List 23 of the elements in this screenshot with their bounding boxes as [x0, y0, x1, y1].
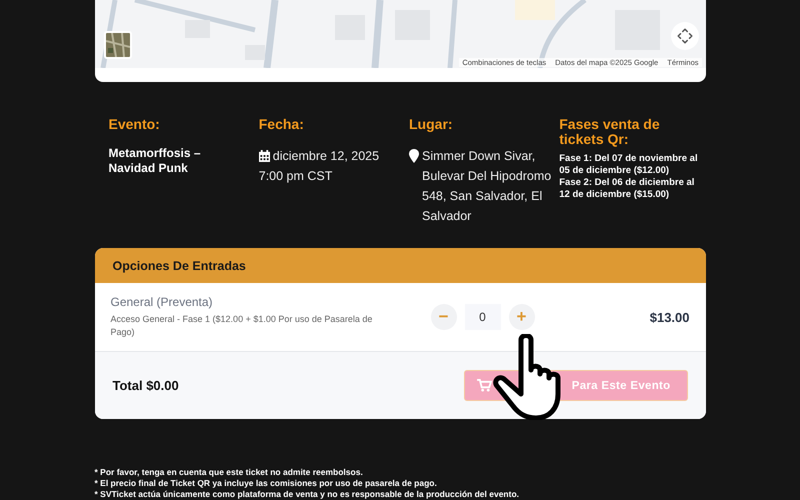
detail-heading: Lugar: [409, 116, 454, 132]
tickets-title: Opciones De Entradas [112, 258, 246, 272]
event-date: 7:00 pm CST [258, 168, 332, 185]
quantity-field[interactable]: 0 [464, 304, 500, 330]
disclaimer-note: * SVTicket actúa únicamente como plataforma de venta y no es responsable de la producción del evento. [94, 489, 520, 500]
disclaimer-note: * Por favor, tenga en cuenta que este ticket no admite reembolsos. [94, 467, 364, 478]
venue-address: Simmer Down Sivar, Bulevar Del Hipodromo 548, San Salvador, El Salvador [422, 148, 552, 225]
detail-heading: Fases venta de tickets Qr: [559, 116, 661, 147]
cart-icon [476, 379, 492, 392]
ticket-description: Acceso General - Fase 1 ($12.00 + $1.00 Por uso de Pasarela de Pago) [110, 313, 374, 339]
event-date: diciembre 12, 2025 [272, 148, 380, 165]
sale-phase: Fase 1: Del 07 de noviembre al 05 de diciembre ($12.00) [559, 152, 699, 177]
sale-phase: Fase 2: Del 06 de diciembre al 12 de diciembre ($15.00) [559, 176, 696, 201]
event-name: Metamorffosis – Navidad Punk [108, 146, 202, 176]
ticket-price: $13.00 [650, 310, 690, 324]
total-amount: Total $0.00 [112, 378, 179, 393]
satellite-view-button[interactable] [104, 31, 132, 59]
ticket-name: General (Preventa) [110, 295, 214, 309]
calendar-icon [258, 150, 270, 162]
detail-heading: Fecha: [258, 116, 305, 132]
disclaimer-note: * El precio final de Ticket QR ya incluye las comisiones por uso de pasarela de pago. [94, 478, 438, 489]
detail-heading: Evento: [108, 116, 161, 132]
map-pin-icon [409, 148, 419, 163]
